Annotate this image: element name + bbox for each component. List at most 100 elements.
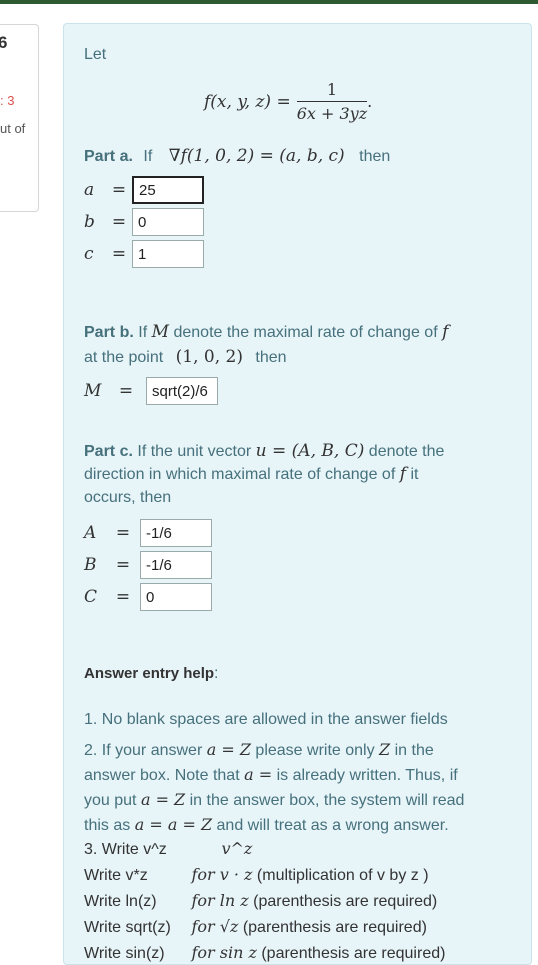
- top-bar: [0, 0, 538, 4]
- answer-input-M[interactable]: [146, 377, 218, 405]
- answer-row-c: c =: [84, 240, 204, 268]
- help-item2-l1z: Z: [379, 740, 391, 759]
- help-colon: :: [214, 665, 219, 682]
- part-b-text3: at the point: [84, 349, 164, 366]
- help-note: (parenthesis are required): [253, 893, 438, 910]
- var-b: b: [84, 212, 95, 232]
- help-table-row: Write ln(z) for ln z (parenthesis are re…: [84, 891, 437, 911]
- var-C: C: [84, 587, 98, 607]
- question-number: 6: [0, 33, 8, 52]
- part-c-line3: occurs, then: [84, 489, 172, 506]
- var-a: a: [84, 180, 95, 200]
- help-write: 3. Write v^z: [84, 841, 167, 858]
- help-item2-l1a: 2. If your answer: [84, 742, 203, 759]
- part-b-text4: then: [255, 349, 287, 366]
- var-M: M: [84, 381, 102, 401]
- equals-sign: =: [115, 555, 131, 575]
- equals-sign: =: [111, 212, 127, 232]
- help-write: Write sin(z): [84, 945, 165, 962]
- help-item2-l1c: in the: [394, 742, 434, 759]
- problem-panel: Let f(x, y, z) = 1 6x + 3yz . Part a. If…: [63, 23, 532, 965]
- part-b-text1: If: [138, 324, 148, 341]
- var-A: A: [84, 523, 97, 543]
- part-b-label: Part b.: [84, 324, 134, 341]
- help-note: (parenthesis are required): [242, 919, 427, 936]
- part-b-text2: denote the maximal rate of change of: [173, 324, 438, 341]
- equals-sign: =: [111, 244, 127, 264]
- part-c-text2: denote the: [368, 443, 445, 460]
- help-item-2: 2. If your answer a = Z please write onl…: [84, 738, 514, 838]
- part-b-f: f: [442, 322, 449, 342]
- part-b-M: M: [151, 322, 170, 342]
- equals-sign: =: [118, 381, 134, 401]
- part-c-vector: u = (A, B, C): [255, 441, 365, 461]
- function-fraction: 1 6x + 3yz: [296, 80, 368, 123]
- answer-input-B[interactable]: [140, 551, 212, 579]
- help-math: for v · z: [191, 865, 253, 884]
- answer-row-a: a =: [84, 176, 204, 204]
- help-item2-l2m: a =: [244, 765, 273, 784]
- part-a-then: then: [359, 148, 391, 165]
- points-text: : 3: [0, 93, 15, 108]
- answer-row-M: M =: [84, 377, 218, 405]
- part-a-prompt: Part a. If ∇f(1, 0, 2) = (a, b, c) then: [84, 146, 390, 166]
- help-math: for ln z: [191, 891, 249, 910]
- help-item2-l4b: and will treat as a wrong answer.: [216, 817, 449, 834]
- part-c-line2b: it: [410, 466, 419, 483]
- help-table-row: Write sqrt(z) for √z (parenthesis are re…: [84, 917, 427, 937]
- help-item2-l2b: is already written. Thus, if: [276, 767, 458, 784]
- answer-input-C[interactable]: [140, 583, 212, 611]
- help-item2-l3b: in the answer box, the system will read: [189, 792, 465, 809]
- equals-sign: =: [115, 587, 131, 607]
- part-a-label: Part a.: [84, 148, 133, 165]
- part-b-point: (1, 0, 2): [175, 347, 243, 367]
- fraction-denominator: 6x + 3yz: [296, 104, 368, 123]
- answer-input-c[interactable]: [132, 240, 204, 268]
- help-math: for sin z: [191, 943, 257, 962]
- help-item2-l3m: a = Z: [140, 790, 186, 809]
- help-table-row: Write sin(z) for sin z (parenthesis are …: [84, 943, 445, 963]
- function-period: .: [367, 92, 373, 111]
- help-write: Write ln(z): [84, 893, 157, 910]
- help-write: Write v*z: [84, 867, 148, 884]
- help-table-row: Write v*z for v · z (multiplication of v…: [84, 865, 429, 885]
- answer-row-B: B =: [84, 551, 212, 579]
- var-B: B: [84, 555, 97, 575]
- answer-input-A[interactable]: [140, 519, 212, 547]
- help-math: for √z: [191, 917, 239, 936]
- help-item2-l4a: this as: [84, 817, 131, 834]
- help-item2-l4m: a = a = Z: [134, 815, 213, 834]
- function-lhs: f(x, y, z) =: [204, 91, 291, 112]
- help-item2-l2a: answer box. Note that: [84, 767, 240, 784]
- help-item-1: 1. No blank spaces are allowed in the an…: [84, 711, 448, 728]
- var-c: c: [84, 244, 94, 264]
- function-definition: f(x, y, z) = 1 6x + 3yz .: [204, 80, 372, 123]
- help-note: (multiplication of v by z ): [256, 867, 429, 884]
- part-c-line2a: direction in which maximal rate of chang…: [84, 466, 396, 483]
- help-table-row: 3. Write v^z v^z: [84, 839, 252, 859]
- equals-sign: =: [111, 180, 127, 200]
- answer-row-A: A =: [84, 519, 212, 547]
- help-heading: Answer entry help:: [84, 665, 219, 683]
- equals-sign: =: [115, 523, 131, 543]
- part-c-label: Part c.: [84, 443, 133, 460]
- fraction-numerator: 1: [296, 80, 368, 102]
- part-a-if: If: [143, 148, 153, 165]
- answer-input-b[interactable]: [132, 208, 204, 236]
- answer-input-a[interactable]: [132, 176, 204, 204]
- question-status-card[interactable]: 6 : 3 ut of: [0, 24, 39, 212]
- part-b-prompt: Part b. If M denote the maximal rate of …: [84, 320, 514, 370]
- help-write: Write sqrt(z): [84, 919, 171, 936]
- part-c-text1: If the unit vector: [137, 443, 252, 460]
- help-math: v^z: [221, 839, 253, 858]
- part-a-expr: ∇f(1, 0, 2) = (a, b, c): [168, 146, 345, 166]
- help-title: Answer entry help: [84, 665, 215, 682]
- out-of-text: ut of: [0, 121, 26, 136]
- part-c-f: f: [399, 464, 407, 484]
- part-c-prompt: Part c. If the unit vector u = (A, B, C)…: [84, 440, 514, 509]
- help-item2-l1b: please write only: [255, 742, 375, 759]
- help-item2-l1m: a = Z: [206, 740, 251, 759]
- answer-row-b: b =: [84, 208, 204, 236]
- intro-text: Let: [84, 46, 107, 63]
- help-item2-l3a: you put: [84, 792, 137, 809]
